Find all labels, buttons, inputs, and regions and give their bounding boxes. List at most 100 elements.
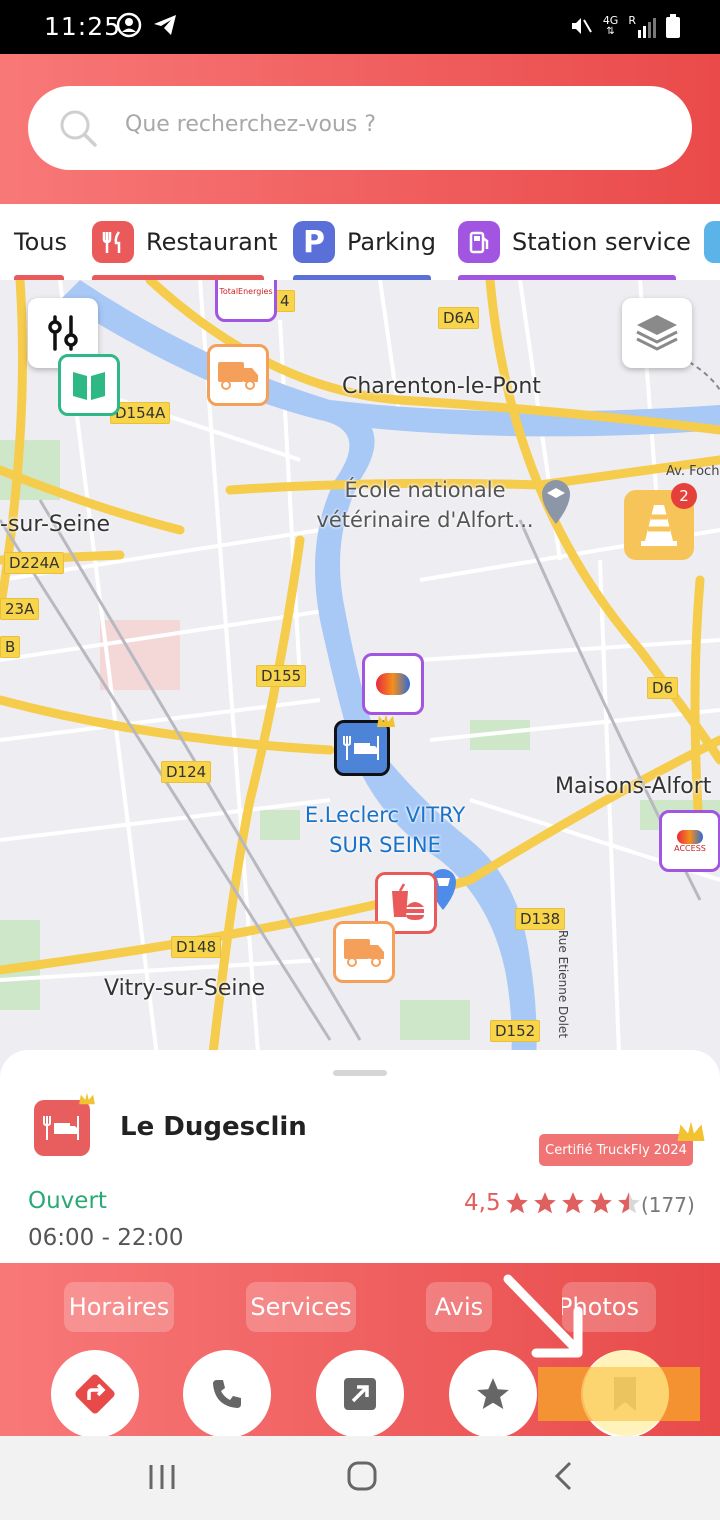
star-half-icon (618, 1192, 640, 1214)
share-button[interactable] (316, 1350, 404, 1438)
road-label: D152 (490, 1020, 541, 1042)
poi-line: École nationale (344, 478, 506, 502)
star-full-icon (506, 1192, 528, 1214)
drag-handle[interactable] (333, 1070, 387, 1076)
road-label: 4 (275, 290, 295, 312)
more-category-icon (704, 221, 720, 263)
fork-knife-icon (92, 221, 134, 263)
pointer-arrow-icon (503, 1274, 583, 1358)
star-full-icon (534, 1192, 556, 1214)
phone-icon (213, 1380, 241, 1408)
telegram-icon (154, 15, 176, 35)
fuel-station-pin[interactable]: TotalEnergies (215, 280, 277, 322)
truck-service-pin[interactable] (207, 344, 269, 406)
back-icon[interactable] (550, 1460, 578, 1492)
road-label: D6A (438, 307, 480, 329)
traffic-cone-icon (641, 505, 677, 546)
category-label: Restaurant (146, 228, 278, 256)
account-icon (116, 12, 142, 38)
category-next[interactable] (704, 204, 720, 280)
roaming-label: R (628, 14, 636, 27)
category-tous[interactable]: Tous (14, 204, 67, 280)
place-label: Charenton-le-Pont (342, 374, 541, 399)
home-icon[interactable] (346, 1460, 378, 1492)
place-label: Maisons-Alfort (555, 774, 712, 799)
crown-icon (377, 714, 395, 727)
tab-avis[interactable]: Avis (426, 1282, 492, 1332)
directions-button[interactable] (51, 1350, 139, 1438)
parking-icon: P (293, 221, 335, 263)
pin-label: ACCESS (674, 843, 706, 853)
opening-hours: 06:00 - 22:00 (28, 1225, 184, 1251)
layers-icon (636, 315, 678, 351)
share-icon (344, 1378, 376, 1410)
road-label: 23A (0, 598, 40, 620)
map-view[interactable]: D6A D154A D224A 23A B D155 D124 D6 D138 … (0, 280, 720, 1080)
truck-icon (344, 939, 384, 967)
search-input[interactable]: Que recherchez-vous ? (28, 86, 692, 170)
status-time: 11:25 (44, 12, 122, 41)
school-marker-icon[interactable] (538, 476, 574, 526)
call-button[interactable] (183, 1350, 271, 1438)
street-label: Av. Foch (666, 464, 720, 479)
network-4g-icon: 4G ⇅ (602, 14, 619, 37)
total-access-pin[interactable]: ACCESS (659, 810, 720, 872)
road-label: D124 (161, 761, 212, 783)
category-label: Station service (512, 228, 691, 256)
network-type: 4G (602, 14, 619, 27)
poi-line: SUR SEINE (329, 833, 441, 857)
category-station-service[interactable]: Station service (458, 204, 691, 280)
crown-icon (79, 1092, 95, 1105)
place-label: Vitry-sur-Seine (104, 976, 265, 1001)
category-restaurant[interactable]: Restaurant (92, 204, 277, 280)
battery-icon (666, 14, 680, 38)
search-icon (60, 110, 97, 147)
search-header: Que recherchez-vous ? (0, 54, 720, 204)
pin-label: TotalEnergies (219, 286, 273, 296)
poi-leclerc-label[interactable]: E.Leclerc VITRY SUR SEINE (290, 800, 480, 860)
place-label: -sur-Seine (0, 512, 111, 537)
action-panel: Horaires Services Avis Photos (0, 1263, 720, 1438)
truck-icon (218, 362, 258, 390)
rating-value: 4,5 (464, 1190, 501, 1216)
recent-apps-icon[interactable] (146, 1462, 178, 1492)
truck-restaurant-icon (43, 1116, 79, 1140)
street-label: Rue Etienne Dolet (556, 930, 570, 1039)
crown-icon (677, 1121, 705, 1141)
place-name: Le Dugesclin (120, 1112, 307, 1142)
fast-food-icon (392, 883, 424, 920)
totalenergies-pin[interactable] (362, 653, 424, 715)
open-status: Ouvert (28, 1188, 107, 1214)
fuel-pump-icon (458, 221, 500, 263)
status-right-icons: 4G ⇅ R (569, 14, 680, 38)
star-icon (477, 1378, 509, 1410)
map-layers-button[interactable] (622, 298, 692, 368)
tab-services[interactable]: Services (246, 1282, 356, 1332)
road-label: D138 (515, 908, 566, 930)
road-label: D224A (4, 552, 65, 574)
category-bar: Tous Restaurant P Parking Station servic… (0, 204, 720, 280)
star-full-icon (590, 1192, 612, 1214)
truck-restaurant-icon (343, 736, 379, 760)
status-bar: 11:25 4G ⇅ R (0, 0, 720, 54)
book-icon (73, 372, 105, 400)
alert-count-badge: 2 (671, 483, 697, 509)
place-detail-sheet: Le Dugesclin Certifié TruckFly 2024 Ouve… (0, 1050, 720, 1265)
rating-stars (504, 1190, 642, 1216)
category-parking[interactable]: P Parking (293, 204, 436, 280)
category-label: Parking (347, 228, 436, 256)
parking-pin[interactable] (58, 354, 120, 416)
place-category-icon (34, 1100, 90, 1156)
poi-line: E.Leclerc VITRY (304, 803, 466, 827)
search-placeholder: Que recherchez-vous ? (125, 112, 377, 137)
tab-horaires[interactable]: Horaires (64, 1282, 174, 1332)
road-label: B (0, 636, 21, 658)
review-count: (177) (641, 1193, 695, 1217)
poi-ecole-label[interactable]: École nationale vétérinaire d'Alfort... (310, 475, 540, 535)
truck-service-pin[interactable] (333, 921, 395, 983)
status-left-icons (116, 12, 178, 38)
system-nav-bar (0, 1436, 720, 1520)
filter-icon (48, 315, 78, 351)
road-label: D155 (256, 665, 307, 687)
certification-badge: Certifié TruckFly 2024 (539, 1134, 693, 1166)
